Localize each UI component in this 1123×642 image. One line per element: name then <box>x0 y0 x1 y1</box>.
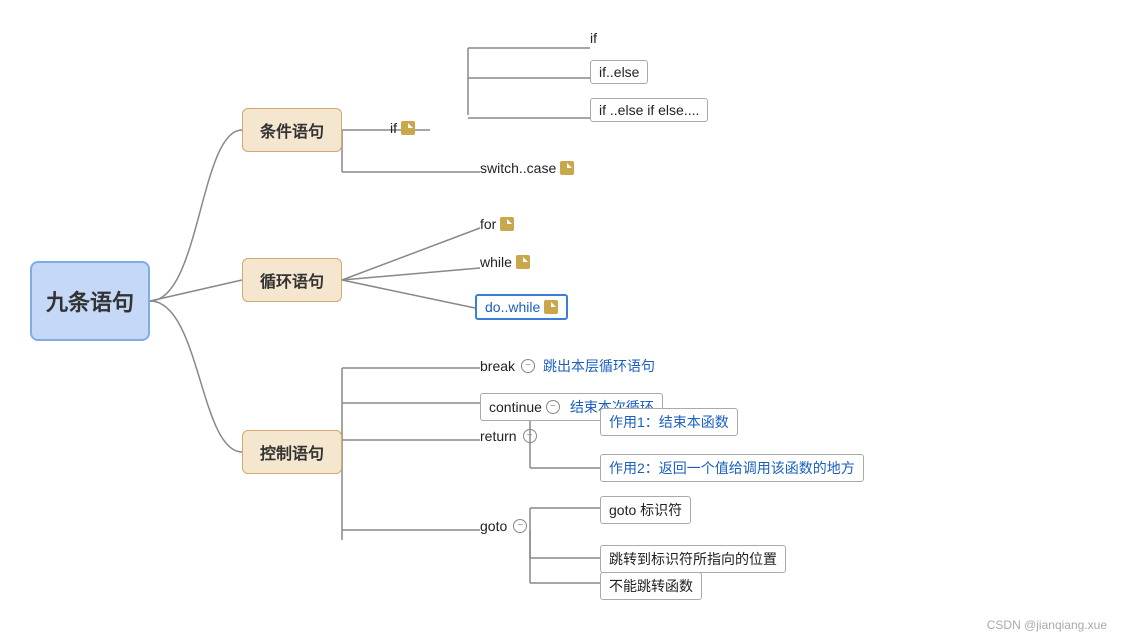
note-icon-while <box>516 255 530 269</box>
item-goto-desc3: 不能跳转函数 <box>600 572 702 600</box>
item-return-label: return <box>480 428 537 444</box>
note-icon <box>401 121 415 135</box>
item-break: break 跳出本层循环语句 <box>480 356 655 376</box>
circle-icon-break <box>521 359 535 373</box>
item-return-desc1: 作用1：结束本函数 <box>600 408 738 436</box>
connector-lines <box>0 0 1123 642</box>
root-label: 九条语句 <box>46 285 134 317</box>
if-group-label: if <box>390 120 415 136</box>
item-if: if <box>590 30 597 46</box>
circle-icon-return <box>523 429 537 443</box>
category-loop: 循环语句 <box>242 258 342 302</box>
item-goto-desc1: goto 标识符 <box>600 496 691 524</box>
item-for: for <box>480 216 514 232</box>
item-goto-desc2: 跳转到标识符所指向的位置 <box>600 545 786 573</box>
note-icon-for <box>500 217 514 231</box>
item-if-else: if..else <box>590 60 648 84</box>
item-while: while <box>480 254 530 270</box>
watermark: CSDN @jianqiang.xue <box>987 618 1107 632</box>
item-goto-label: goto <box>480 518 527 534</box>
item-if-else-if: if ..else if else.... <box>590 98 708 122</box>
root-node: 九条语句 <box>30 261 150 341</box>
item-switch-case: switch..case <box>480 160 574 176</box>
mind-map-canvas: 九条语句 条件语句 循环语句 控制语句 if if if..else if ..… <box>0 0 1123 642</box>
circle-icon-continue <box>546 400 560 414</box>
category-control: 控制语句 <box>242 430 342 474</box>
note-icon-dowhile <box>544 300 558 314</box>
circle-icon-goto <box>513 519 527 533</box>
note-icon-switch <box>560 161 574 175</box>
item-return-desc2: 作用2：返回一个值给调用该函数的地方 <box>600 454 864 482</box>
item-do-while: do..while <box>475 294 568 320</box>
category-condition: 条件语句 <box>242 108 342 152</box>
